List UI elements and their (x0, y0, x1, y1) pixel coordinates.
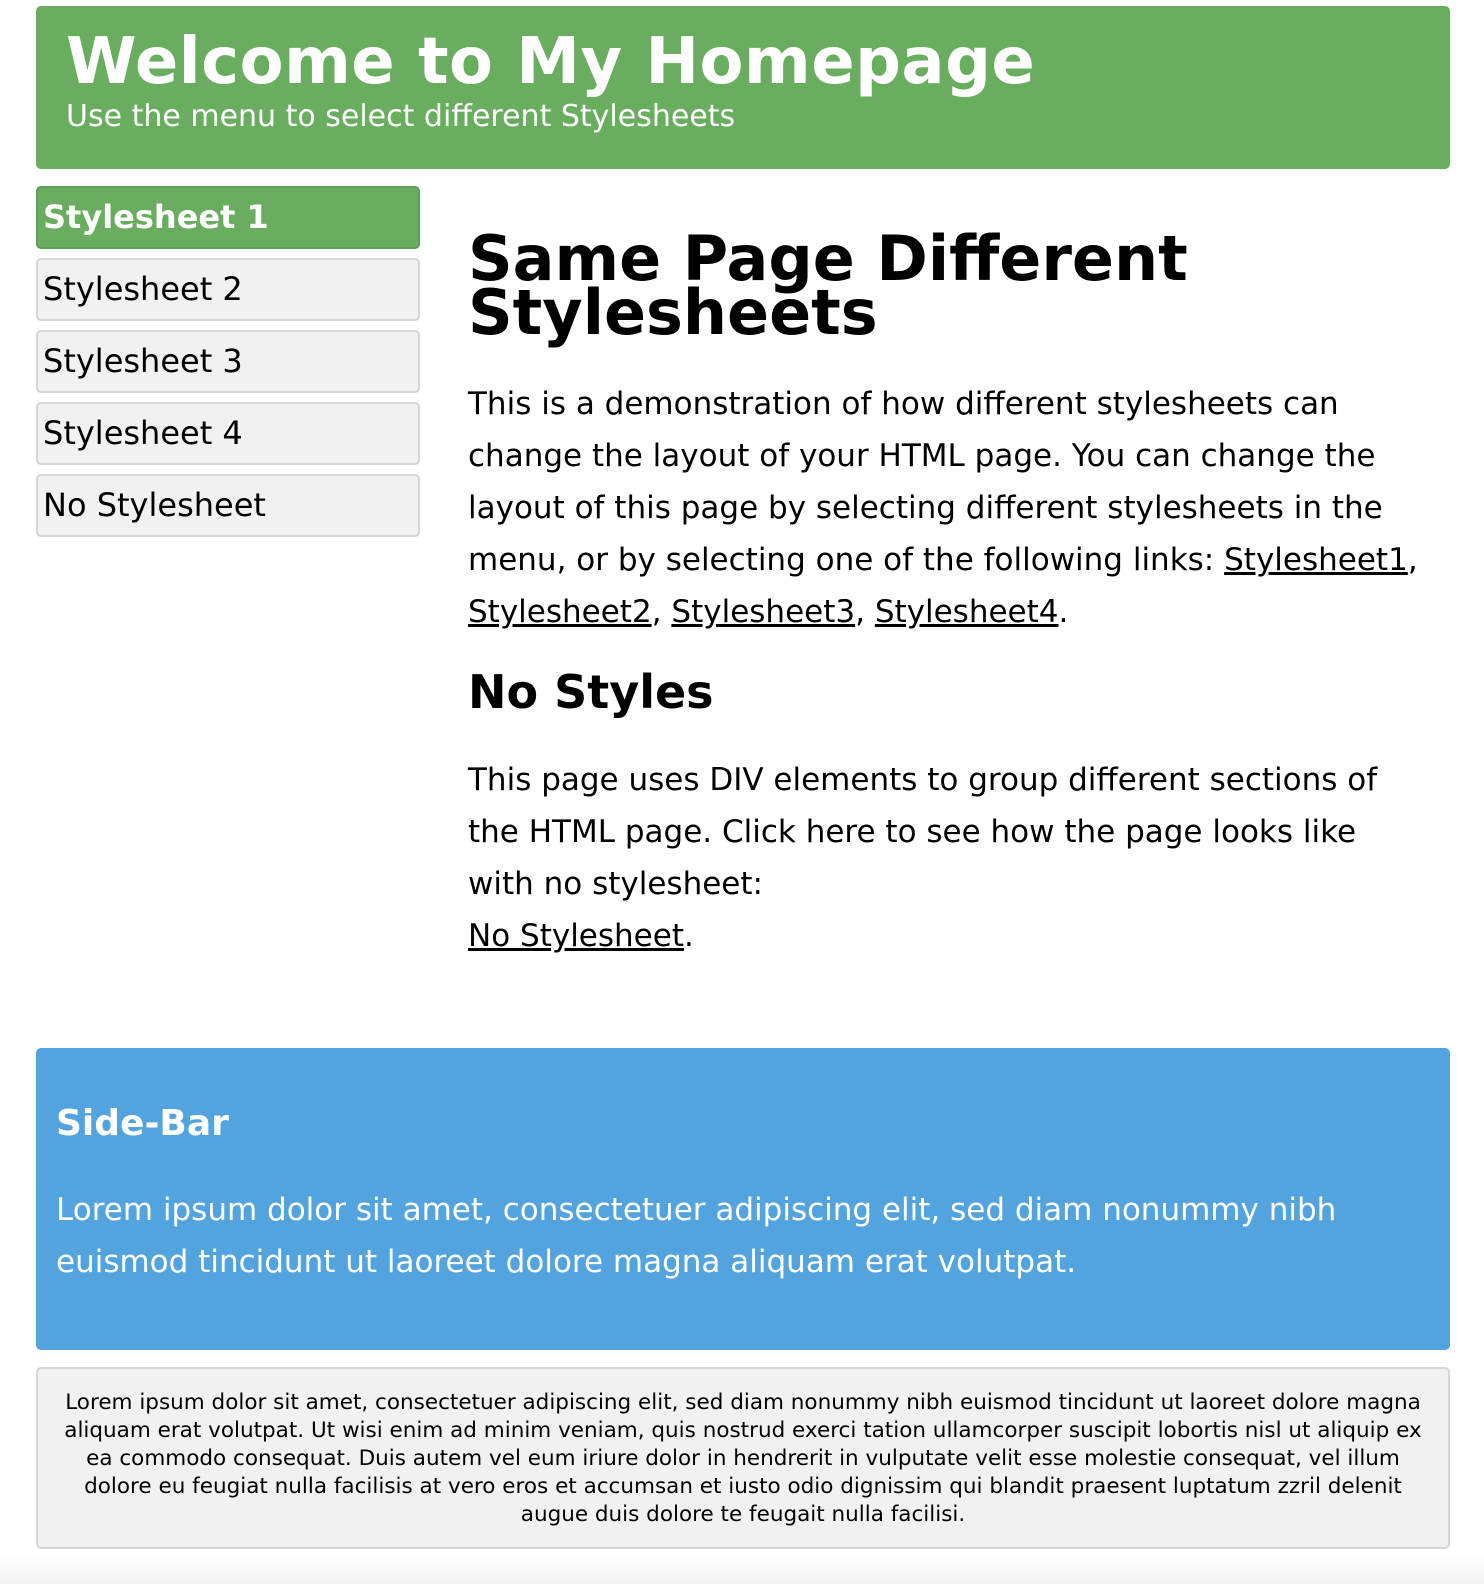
menu-item-stylesheet-4[interactable]: Stylesheet 4 (36, 402, 420, 465)
main-content: Same Page Different Stylesheets This is … (468, 222, 1428, 962)
page-bottom-shade (0, 1556, 1484, 1584)
side-bar: Side-Bar Lorem ipsum dolor sit amet, con… (36, 1048, 1450, 1350)
link-no-stylesheet[interactable]: No Stylesheet (468, 918, 684, 954)
link-list-end: . (1058, 594, 1069, 630)
main-heading: Same Page Different Stylesheets (468, 222, 1188, 349)
menu-item-no-stylesheet[interactable]: No Stylesheet (36, 474, 420, 537)
link-separator: , (1407, 542, 1418, 578)
link-separator: , (855, 594, 875, 630)
page-subtitle: Use the menu to select different Stylesh… (66, 99, 736, 134)
menu-item-stylesheet-2[interactable]: Stylesheet 2 (36, 258, 420, 321)
link-separator: , (651, 594, 672, 630)
intro-paragraph: This is a demonstration of how different… (468, 378, 1428, 638)
side-bar-text: Lorem ipsum dolor sit amet, consectetuer… (56, 1192, 1337, 1280)
menu-item-stylesheet-1[interactable]: Stylesheet 1 (36, 186, 420, 249)
link-stylesheet4[interactable]: Stylesheet4 (875, 594, 1059, 630)
page-header: Welcome to My Homepage Use the menu to s… (36, 6, 1450, 169)
link-stylesheet3[interactable]: Stylesheet3 (671, 594, 855, 630)
menu-item-stylesheet-3[interactable]: Stylesheet 3 (36, 330, 420, 393)
section-link-end: . (683, 918, 694, 954)
page-footer: Lorem ipsum dolor sit amet, consectetuer… (36, 1367, 1450, 1549)
section-paragraph: This page uses DIV elements to group dif… (468, 754, 1428, 962)
stylesheet-menu: Stylesheet 1 Stylesheet 2 Stylesheet 3 S… (36, 186, 420, 546)
section-heading-no-styles: No Styles (468, 665, 714, 719)
footer-text: Lorem ipsum dolor sit amet, consectetuer… (64, 1390, 1422, 1527)
side-bar-title: Side-Bar (56, 1103, 229, 1144)
link-stylesheet1[interactable]: Stylesheet1 (1224, 542, 1408, 578)
link-stylesheet2[interactable]: Stylesheet2 (468, 594, 652, 630)
section-text: This page uses DIV elements to group dif… (468, 762, 1378, 902)
page-title: Welcome to My Homepage (66, 25, 1036, 99)
